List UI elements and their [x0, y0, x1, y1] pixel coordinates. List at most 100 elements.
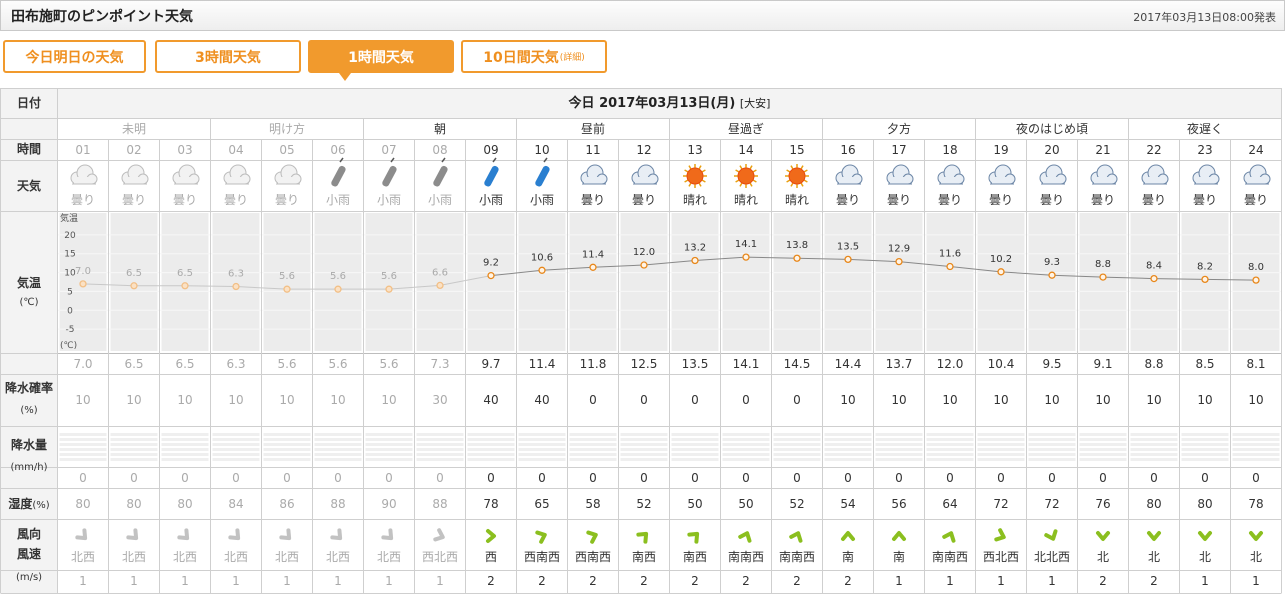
wind-dir-cell: 北西 [275, 550, 299, 564]
hour-label: 21 [1095, 143, 1110, 157]
temp-axis-tick: 20 [64, 231, 76, 241]
precip-prob-cell: 10 [381, 393, 396, 407]
weather-text: 曇り [632, 193, 656, 207]
temp-cell: 6.5 [124, 357, 143, 371]
row-label-precip-prob-unit: (%) [20, 405, 37, 416]
temp-cell: 7.0 [73, 357, 92, 371]
hourly-forecast-table: 日付時間天気気温(℃)降水確率(%)降水量(mm/h)湿度(%)風向風速(m/s… [0, 88, 1282, 594]
wind-dir-cell: 北 [1148, 550, 1160, 564]
precip-amount-cell: 0 [1048, 471, 1056, 485]
precip-prob-cell: 10 [1146, 393, 1161, 407]
humidity-cell: 64 [942, 497, 957, 511]
wind-speed-cell: 2 [1150, 574, 1158, 588]
temp-point-label: 11.6 [939, 249, 961, 260]
temp-point-label: 6.3 [228, 269, 244, 280]
wind-dir-cell: 南南西 [728, 549, 764, 564]
weather-text: 曇り [275, 193, 299, 207]
temp-point [946, 262, 954, 271]
precip-amount-cell: 0 [742, 471, 750, 485]
humidity-cell: 58 [585, 497, 600, 511]
temp-point [793, 254, 801, 262]
precip-amount-cell: 0 [334, 471, 342, 485]
row-label-temp-unit: (℃) [19, 297, 38, 308]
wind-dir-cell: 北西 [377, 550, 401, 564]
temp-point [742, 253, 750, 261]
row-label-time: 時間 [17, 141, 41, 156]
humidity-cell: 88 [330, 497, 345, 511]
weather-text: 曇り [1142, 193, 1166, 207]
temp-point-label: 12.0 [633, 247, 655, 258]
humidity-cell: 86 [279, 497, 294, 511]
period-label: 明け方 [269, 121, 305, 136]
humidity-cell: 50 [687, 497, 702, 511]
row-label-wind-speed: 風速 [17, 546, 41, 561]
precip-prob-cell: 40 [534, 393, 549, 407]
temp-cell: 14.5 [784, 357, 811, 371]
precip-prob-cell: 10 [993, 393, 1008, 407]
humidity-cell: 80 [177, 497, 192, 511]
precip-amount-cell: 0 [691, 471, 699, 485]
precip-prob-cell: 40 [483, 393, 498, 407]
row-label-temp: 気温 [17, 275, 41, 290]
row-label-precip-amount-unit: (mm/h) [11, 462, 48, 473]
temp-cell: 11.8 [580, 357, 607, 371]
humidity-cell: 50 [738, 497, 753, 511]
weather-text: 小雨 [479, 193, 503, 207]
wind-speed-cell: 1 [181, 574, 189, 588]
temp-cell: 10.4 [988, 357, 1015, 371]
precip-amount-cell: 0 [997, 471, 1005, 485]
temp-cell: 5.6 [379, 357, 398, 371]
precip-amount-cell: 0 [589, 471, 597, 485]
wind-speed-cell: 2 [691, 574, 699, 588]
wind-speed-cell: 1 [946, 574, 954, 588]
temp-point-label: 11.4 [582, 249, 604, 260]
humidity-cell: 90 [381, 497, 396, 511]
humidity-cell: 52 [636, 497, 651, 511]
temp-point [844, 255, 852, 264]
temp-point [130, 282, 138, 290]
precip-prob-cell: 10 [279, 393, 294, 407]
temp-point-label: 5.6 [279, 271, 295, 282]
wind-speed-cell: 1 [79, 574, 87, 588]
precip-amount-cell: 0 [793, 471, 801, 485]
temp-point [1099, 273, 1107, 281]
wind-speed-cell: 2 [1099, 574, 1107, 588]
precip-amount-cell: 0 [895, 471, 903, 485]
precip-prob-cell: 10 [126, 393, 141, 407]
temp-cell: 14.1 [733, 357, 760, 371]
wind-dir-cell: 南南西 [779, 549, 815, 564]
weather-text: 曇り [1091, 193, 1115, 207]
precip-amount-cell: 0 [487, 471, 495, 485]
weather-text: 曇り [1193, 193, 1217, 207]
precip-prob-cell: 10 [891, 393, 906, 407]
hour-label: 07 [381, 143, 396, 157]
precip-amount-cell: 0 [946, 471, 954, 485]
precip-prob-cell: 10 [177, 393, 192, 407]
weather-text: 曇り [581, 193, 605, 207]
wind-dir-cell: 西北西 [422, 550, 458, 564]
wind-dir-cell: 北西 [173, 550, 197, 564]
weather-text: 曇り [989, 193, 1013, 207]
precip-amount-cell: 0 [1150, 471, 1158, 485]
hour-label: 24 [1248, 143, 1263, 157]
precip-prob-cell: 0 [742, 393, 750, 407]
temp-cell: 13.7 [886, 357, 913, 371]
wind-speed-cell: 2 [538, 574, 546, 588]
hour-label: 11 [585, 143, 600, 157]
precip-prob-cell: 0 [691, 393, 699, 407]
wind-speed-cell: 1 [1252, 574, 1260, 588]
temp-point-label: 8.8 [1095, 259, 1111, 270]
hour-label: 03 [177, 143, 192, 157]
humidity-cell: 65 [534, 497, 549, 511]
humidity-cell: 56 [891, 497, 906, 511]
temp-cell: 6.5 [175, 357, 194, 371]
temp-point [385, 285, 393, 293]
temp-cell: 14.4 [835, 357, 862, 371]
temp-point [895, 257, 903, 266]
temp-cell: 6.3 [226, 357, 245, 371]
humidity-cell: 80 [75, 497, 90, 511]
temp-point-label: 8.4 [1146, 261, 1162, 272]
humidity-cell: 54 [840, 497, 855, 511]
wind-speed-cell: 1 [436, 574, 444, 588]
weather-text: 晴れ [683, 193, 707, 207]
